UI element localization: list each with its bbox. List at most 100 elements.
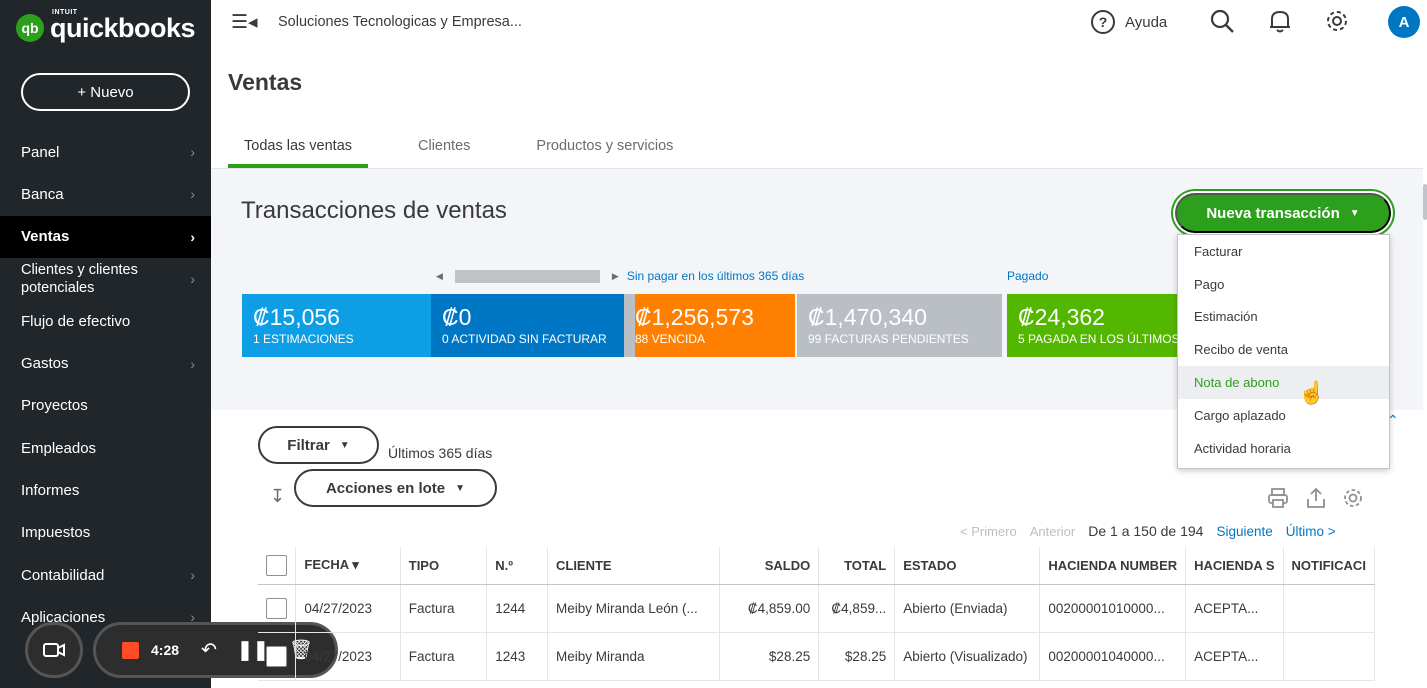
menu-item-pago[interactable]: Pago: [1178, 268, 1389, 301]
pager-first[interactable]: < Primero: [960, 523, 1017, 539]
tile-amount: ₡15,056: [253, 304, 340, 330]
sidebar-item-panel[interactable]: Panel ›: [0, 131, 211, 173]
sidebar-item-clientes[interactable]: Clientes y clientes potenciales ›: [0, 258, 211, 300]
pager-prev[interactable]: Anterior: [1030, 523, 1076, 539]
menu-toggle-icon[interactable]: ☰◂: [231, 11, 258, 34]
col-saldo[interactable]: SALDO: [719, 547, 820, 585]
row-select-cell: [258, 632, 297, 681]
page-scrollbar[interactable]: [1423, 184, 1427, 220]
avatar[interactable]: A: [1388, 6, 1420, 38]
summary-tile[interactable]: ₡15,056 1 ESTIMACIONES: [242, 294, 431, 357]
summary-tile[interactable]: ₡1,470,340 99 FACTURAS PENDIENTES: [797, 294, 1002, 357]
sidebar-item-label: Panel: [21, 143, 60, 161]
gear-icon[interactable]: [1324, 8, 1350, 40]
recorder-camera-button[interactable]: [25, 622, 83, 678]
chevron-right-icon: ›: [190, 271, 195, 288]
sidebar-item-label: Contabilidad: [21, 566, 105, 584]
col-hacienda-number[interactable]: HACIENDA NUMBER: [1039, 547, 1187, 585]
table-cell: $28.25: [818, 632, 896, 681]
panel-title: Transacciones de ventas: [241, 197, 507, 224]
new-transaction-menu: Facturar Pago Estimación Recibo de venta Not…: [1177, 234, 1390, 469]
sidebar-item-empleados[interactable]: Empleados: [0, 427, 211, 469]
col-notificacion[interactable]: NOTIFICACI: [1283, 547, 1376, 585]
batch-actions-button[interactable]: Acciones en lote ▼: [294, 469, 497, 507]
quickbooks-logo[interactable]: qb INTUIT quickbooks: [16, 9, 196, 44]
sort-arrow-icon[interactable]: ↧: [270, 486, 285, 507]
bell-icon[interactable]: [1268, 8, 1292, 40]
filter-label: Filtrar: [287, 436, 330, 454]
help-label: Ayuda: [1125, 13, 1168, 31]
new-button[interactable]: + Nuevo: [21, 73, 190, 111]
chevron-right-icon: ›: [190, 567, 195, 584]
pager-current: De 1 a 150 de 194: [1088, 523, 1204, 539]
sidebar-item-informes[interactable]: Informes: [0, 469, 211, 511]
sidebar-item-gastos[interactable]: Gastos ›: [0, 342, 211, 384]
sidebar-item-ventas[interactable]: Ventas ›: [0, 215, 211, 258]
menu-item-facturar[interactable]: Facturar: [1178, 235, 1389, 268]
menu-item-cargo-aplazado[interactable]: Cargo aplazado: [1178, 399, 1389, 432]
summary-tile[interactable]: ₡24,362 5 PAGADA EN LOS ÚLTIMOS 30 DÍAS: [1007, 294, 1177, 357]
sidebar-item-flujo[interactable]: Flujo de efectivo: [0, 300, 211, 342]
col-total[interactable]: TOTAL: [818, 547, 896, 585]
col-numero[interactable]: N.º: [486, 547, 548, 585]
col-hacienda-status[interactable]: HACIENDA S: [1185, 547, 1284, 585]
menu-item-recibo-de-venta[interactable]: Recibo de venta: [1178, 333, 1389, 366]
sidebar-item-label: Clientes y clientes potenciales: [21, 262, 138, 297]
sidebar-item-banca[interactable]: Banca ›: [0, 173, 211, 215]
row-checkbox[interactable]: [266, 597, 287, 619]
filter-button[interactable]: Filtrar ▼: [258, 426, 379, 464]
row-checkbox[interactable]: [266, 645, 287, 667]
print-icon[interactable]: [1267, 487, 1289, 514]
tile-label: 88 VENCIDA: [635, 332, 706, 346]
page-title: Ventas: [228, 69, 303, 95]
summary-tile[interactable]: ₡1,256,573 88 VENCIDA: [624, 294, 795, 357]
sidebar-item-label: Banca: [21, 185, 64, 203]
tab-productos-y-servicios[interactable]: Productos y servicios: [520, 128, 689, 168]
export-icon[interactable]: [1305, 487, 1327, 514]
logo-text: quickbooks: [50, 12, 196, 43]
qb-logo-icon: qb: [16, 14, 44, 42]
select-all-checkbox[interactable]: [266, 554, 287, 576]
scroll-left-icon[interactable]: ◀: [436, 271, 443, 282]
company-name[interactable]: Soluciones Tecnologicas y Empresa...: [278, 14, 522, 30]
caret-down-icon: ▼: [339, 439, 350, 451]
table-cell: [1283, 632, 1376, 681]
tab-todas-las-ventas[interactable]: Todas las ventas: [228, 128, 369, 168]
table-header-row: FECHA ▾ TIPO N.º CLIENTE SALDO TOTAL EST…: [258, 547, 1376, 585]
chevron-right-icon: ›: [190, 186, 195, 203]
col-fecha[interactable]: FECHA ▾: [295, 547, 401, 585]
table-row[interactable]: 04/27/2023 Factura 1243 Meiby Miranda $28.25…: [258, 632, 1376, 681]
tab-clientes[interactable]: Clientes: [402, 128, 486, 168]
sidebar-item-impuestos[interactable]: Impuestos: [0, 512, 211, 554]
sidebar-item-proyectos[interactable]: Proyectos: [0, 385, 211, 427]
table-cell: 1244: [486, 584, 548, 633]
sidebar-item-label: Empleados: [21, 439, 97, 457]
menu-item-nota-de-abono[interactable]: Nota de abono: [1178, 366, 1389, 399]
help-button[interactable]: ? Ayuda: [1091, 10, 1167, 34]
pager-next[interactable]: Siguiente: [1216, 523, 1272, 539]
undo-icon[interactable]: ↶: [201, 639, 217, 662]
sidebar-item-contabilidad[interactable]: Contabilidad ›: [0, 554, 211, 596]
col-cliente[interactable]: CLIENTE: [547, 547, 720, 585]
stop-record-button[interactable]: [122, 641, 139, 659]
col-tipo[interactable]: TIPO: [400, 547, 488, 585]
table-row[interactable]: 04/27/2023 Factura 1244 Meiby Miranda León …: [258, 584, 1376, 633]
scroll-right-icon[interactable]: ▶: [612, 271, 619, 282]
col-estado[interactable]: ESTADO: [894, 547, 1041, 585]
table-cell: ₡4,859.00: [719, 584, 820, 633]
collapse-icon[interactable]: ⌃: [1387, 412, 1407, 434]
sidebar-item-label: Informes: [21, 482, 80, 500]
batch-actions-label: Acciones en lote: [325, 479, 446, 497]
menu-item-estimación[interactable]: Estimación: [1178, 301, 1389, 334]
table-cell: ACEPTA...: [1185, 584, 1284, 633]
menu-item-actividad-horaria[interactable]: Actividad horaria: [1178, 432, 1389, 465]
caret-down-icon: ▼: [455, 482, 466, 494]
table-cell: Factura: [400, 632, 488, 681]
table-cell: 00200001040000...: [1039, 632, 1187, 681]
search-icon[interactable]: [1209, 8, 1235, 40]
summary-tile[interactable]: ₡0 0 ACTIVIDAD SIN FACTURAR: [431, 294, 624, 357]
pager-last[interactable]: Último >: [1286, 523, 1336, 539]
scroll-track[interactable]: [454, 269, 600, 283]
new-transaction-button[interactable]: Nueva transacción ▼: [1175, 193, 1391, 233]
table-settings-icon[interactable]: [1342, 487, 1364, 514]
